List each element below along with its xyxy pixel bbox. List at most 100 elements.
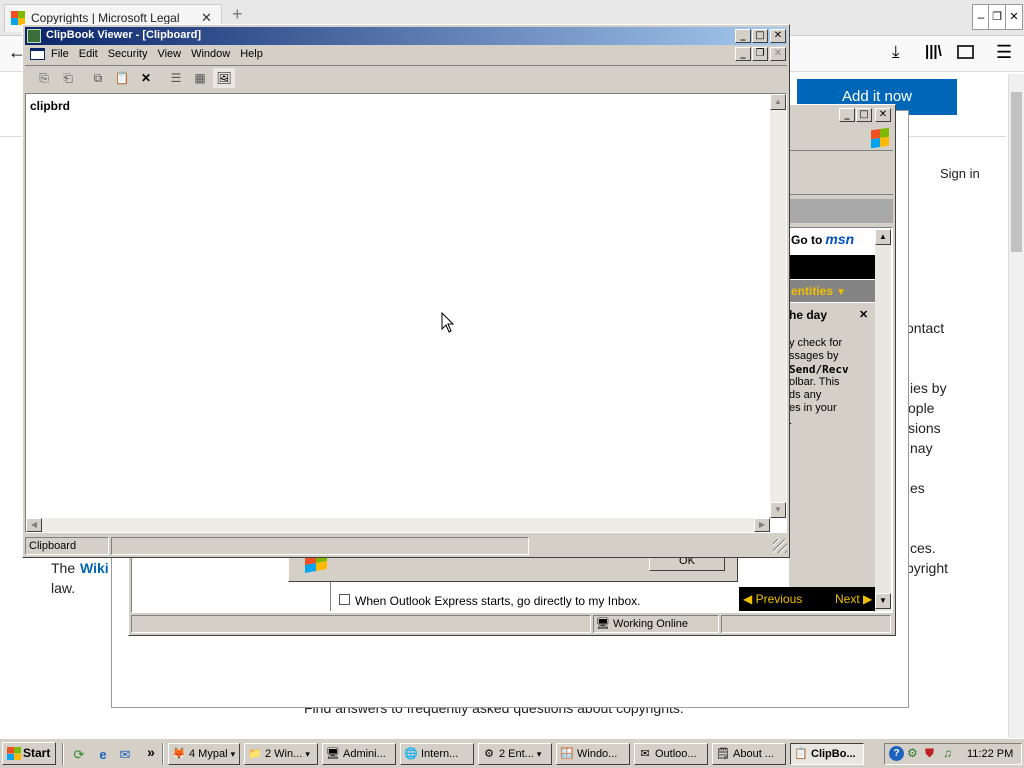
- menu-help[interactable]: Help: [235, 45, 268, 63]
- vertical-scrollbar[interactable]: ▲ ▼: [770, 94, 786, 518]
- browser-close-button[interactable]: ✕: [1005, 4, 1023, 30]
- tip-line: y check for: [789, 337, 843, 349]
- taskbar-button-outlook[interactable]: ✉ Outloo...: [634, 743, 708, 765]
- globe-icon: 🌐: [404, 748, 418, 760]
- copy-icon[interactable]: ⧉: [87, 68, 109, 88]
- taskbar-button-entries[interactable]: ⚙ 2 Ent... ▾: [478, 743, 552, 765]
- taskbar-button-administrator[interactable]: 🖥 Admini...: [322, 743, 396, 765]
- child-window-icon[interactable]: [30, 48, 45, 60]
- disconnect-icon[interactable]: ⎗: [57, 68, 79, 88]
- network-icon[interactable]: ⚙: [907, 746, 918, 760]
- child-restore-button[interactable]: ❐: [752, 47, 768, 61]
- wiki-link[interactable]: Wiki: [80, 560, 109, 576]
- connect-icon[interactable]: ⎘: [33, 68, 55, 88]
- previous-label: Previous: [755, 592, 803, 606]
- status-text: Clipboard: [29, 540, 77, 552]
- tip-line: es in your: [789, 402, 837, 414]
- resize-grip-icon[interactable]: [773, 539, 787, 553]
- thumbnails-icon[interactable]: ▦: [189, 68, 211, 88]
- child-minimize-button[interactable]: _: [735, 47, 751, 61]
- toolbar: ⎘ ⎗ ⧉ 📋 ✕ ☰ ▦ 🖼: [25, 65, 787, 91]
- chevron-down-icon: ▾: [536, 749, 542, 759]
- horizontal-scrollbar[interactable]: ◀ ▶: [26, 518, 770, 532]
- body-fragment-4: sions: [908, 420, 941, 436]
- quicklaunch-divider: [62, 743, 64, 765]
- taskbar-button-windows-explorer[interactable]: 📁 2 Win... ▾: [244, 743, 318, 765]
- volume-icon[interactable]: ♫: [943, 746, 952, 760]
- scroll-left-button[interactable]: ◀: [26, 518, 42, 532]
- outlook-minimize-button[interactable]: _: [839, 108, 855, 122]
- menu-view[interactable]: View: [152, 45, 186, 63]
- paste-icon[interactable]: 📋: [111, 68, 133, 88]
- taskbar-button-label: 2 Win...: [265, 748, 303, 760]
- clipbook-close-button[interactable]: ✕: [770, 29, 786, 43]
- taskbar-button-clipbook[interactable]: 📋 ClipBo...: [790, 743, 864, 765]
- close-icon: ✕: [773, 30, 783, 41]
- taskbar-button-about[interactable]: 🗒 About ...: [712, 743, 786, 765]
- scroll-up-button[interactable]: ▲: [770, 94, 786, 110]
- tip-line: Send/Recv: [789, 363, 849, 376]
- delete-icon[interactable]: ✕: [135, 68, 157, 88]
- hamburger-menu-icon[interactable]: ☰: [996, 42, 1012, 63]
- clipbook-window: ClipBook Viewer - [Clipboard] _ □ ✕ File…: [22, 24, 790, 558]
- identities-bar[interactable]: entities ▼: [789, 280, 875, 302]
- previous-button[interactable]: ◀ Previous: [743, 592, 802, 606]
- browser-scrollbar[interactable]: [1008, 74, 1024, 738]
- download-icon[interactable]: ⤓: [892, 42, 900, 62]
- clock[interactable]: 11:22 PM: [967, 748, 1013, 760]
- scroll-right-button[interactable]: ▶: [754, 518, 770, 532]
- new-tab-button[interactable]: +: [232, 4, 243, 25]
- close-icon: ✕: [1009, 11, 1019, 23]
- chevron-left-icon: ◀: [743, 592, 753, 606]
- refresh-icon[interactable]: ⟳: [70, 746, 88, 764]
- next-button[interactable]: Next ▶: [835, 592, 872, 606]
- child-close-button[interactable]: ✕: [770, 47, 786, 61]
- maximize-icon: □: [859, 109, 869, 120]
- menu-security[interactable]: Security: [103, 45, 153, 63]
- outlook-maximize-button[interactable]: □: [856, 108, 872, 122]
- taskbar-button-mypal[interactable]: 🦊 4 Mypal ▾: [168, 743, 240, 765]
- body-text-law: law.: [51, 580, 76, 596]
- menu-file[interactable]: File: [46, 45, 74, 63]
- scroll-down-button[interactable]: ▼: [770, 502, 786, 518]
- restore-icon: ❐: [755, 48, 765, 59]
- table-of-contents-icon[interactable]: ☰: [165, 68, 187, 88]
- outlook-close-button[interactable]: ✕: [875, 108, 891, 122]
- scroll-thumb[interactable]: [1011, 92, 1022, 252]
- msn-black-bar: [789, 255, 875, 279]
- taskbar-button-internet[interactable]: 🌐 Intern...: [400, 743, 474, 765]
- start-button[interactable]: Start: [2, 742, 56, 765]
- sign-in-link[interactable]: Sign in: [940, 166, 980, 181]
- library-icon[interactable]: |||\: [925, 43, 942, 60]
- minimize-icon: ‒: [977, 10, 985, 24]
- browser-restore-button[interactable]: ❐: [988, 4, 1006, 30]
- overflow-chevron-icon[interactable]: »: [142, 743, 160, 761]
- computer-icon: 🖥: [596, 618, 610, 630]
- browser-tab-title: Copyrights | Microsoft Legal: [31, 11, 180, 25]
- scroll-down-button[interactable]: ▼: [875, 593, 891, 609]
- outlook-express-icon[interactable]: ✉: [116, 746, 134, 764]
- tip-line: .: [789, 415, 793, 427]
- tip-close-icon[interactable]: ✕: [859, 308, 868, 321]
- tip-line: ssages by: [789, 350, 839, 362]
- inbox-startup-checkbox[interactable]: [339, 594, 350, 605]
- clipbook-minimize-button[interactable]: _: [735, 29, 751, 43]
- windows-flag-icon: [871, 127, 889, 149]
- security-shield-icon[interactable]: ⛊: [925, 746, 934, 761]
- menu-edit[interactable]: Edit: [74, 45, 103, 63]
- full-page-icon[interactable]: 🖼: [213, 68, 235, 88]
- menu-window[interactable]: Window: [186, 45, 235, 63]
- mail-icon: ✉: [640, 748, 650, 760]
- outlook-vscroll[interactable]: ▲ ▼: [875, 229, 891, 611]
- goto-msn-label[interactable]: Go to: [791, 233, 822, 247]
- taskbar-button-windows[interactable]: 🪟 Windo...: [556, 743, 630, 765]
- clipbook-titlebar[interactable]: ClipBook Viewer - [Clipboard] _ □ ✕: [25, 27, 787, 45]
- sidebar-icon[interactable]: [957, 45, 974, 59]
- internet-explorer-icon[interactable]: e: [94, 746, 112, 764]
- clipbook-maximize-button[interactable]: □: [752, 29, 768, 43]
- help-icon[interactable]: ?: [889, 746, 904, 761]
- startup-option-row: When Outlook Express starts, go directly…: [335, 589, 739, 611]
- system-tray: ? ⚙ ⛊ ♫ 11:22 PM: [884, 743, 1022, 765]
- clipboard-content-area[interactable]: clipbrd ▲ ▼ ◀ ▶: [25, 93, 787, 533]
- scroll-up-button[interactable]: ▲: [875, 229, 891, 245]
